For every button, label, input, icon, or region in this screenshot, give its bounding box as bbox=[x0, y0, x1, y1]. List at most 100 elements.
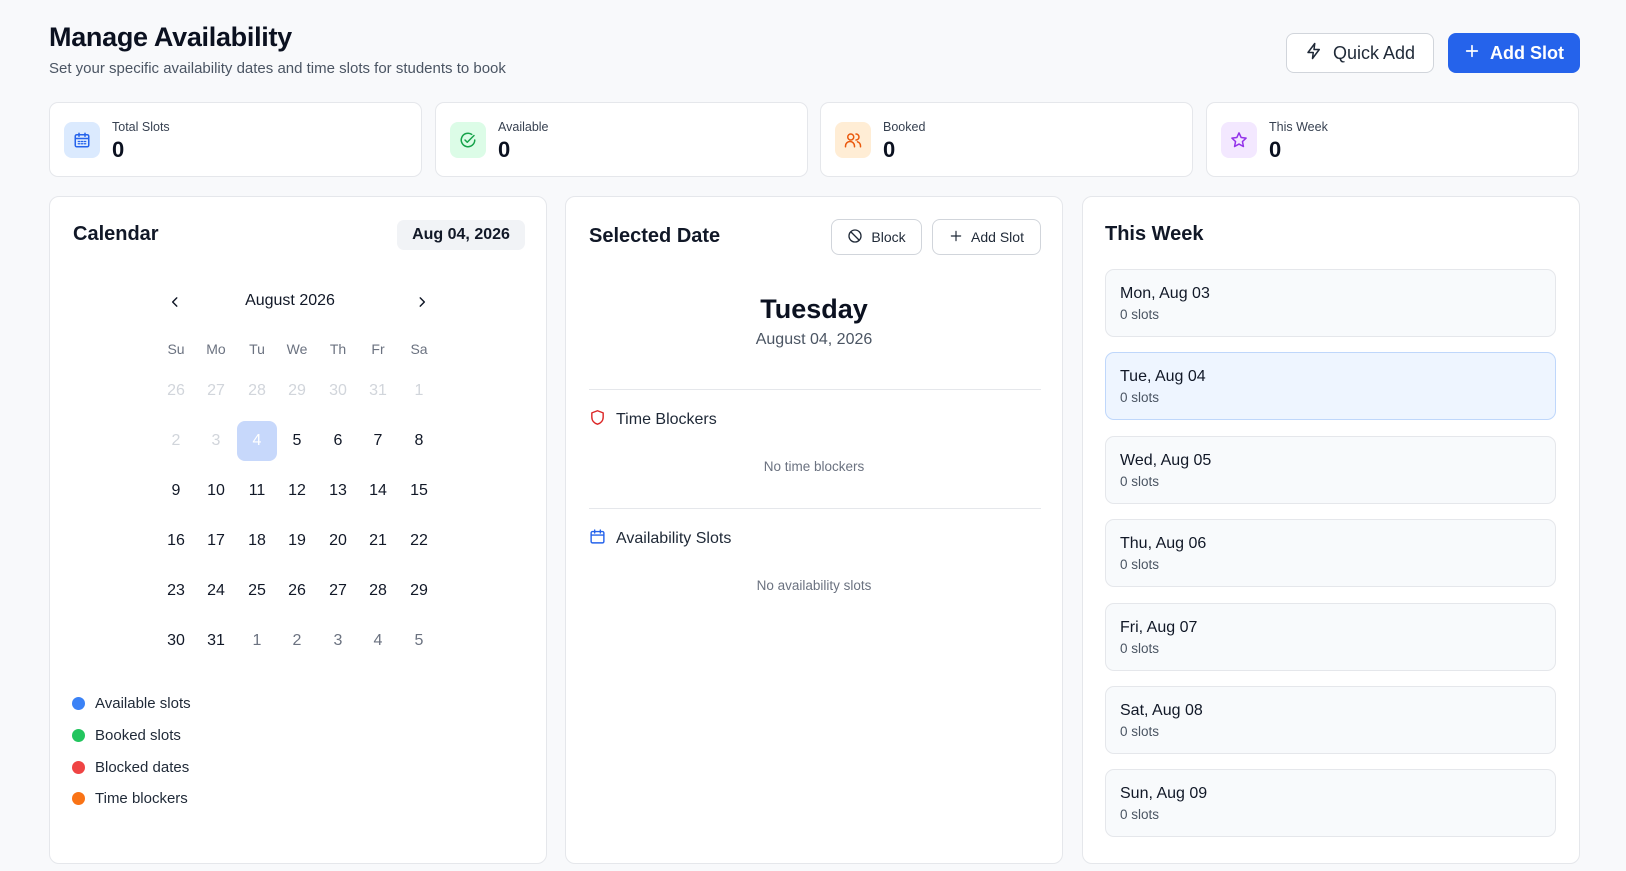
legend-item-time-blockers: Time blockers bbox=[72, 790, 188, 807]
week-day-card[interactable]: Wed, Aug 05 0 slots bbox=[1105, 436, 1556, 504]
calendar-day[interactable]: 1 bbox=[399, 371, 439, 411]
selected-full-date: August 04, 2026 bbox=[755, 331, 873, 348]
weekday-header: Mo bbox=[206, 341, 226, 357]
stat-card-available: Available 0 bbox=[435, 102, 808, 177]
page-title: Manage Availability bbox=[49, 22, 292, 52]
week-day-label: Fri, Aug 07 bbox=[1120, 619, 1198, 636]
add-slot-small-label: Add Slot bbox=[971, 229, 1024, 245]
availability-slots-label: Availability Slots bbox=[616, 530, 732, 547]
stat-value: 0 bbox=[1269, 137, 1282, 162]
calendar-day[interactable]: 31 bbox=[358, 371, 398, 411]
calendar-day[interactable]: 19 bbox=[277, 521, 317, 561]
time-blockers-header: Time Blockers bbox=[589, 409, 717, 431]
week-day-card[interactable]: Fri, Aug 07 0 slots bbox=[1105, 603, 1556, 671]
calendar-day[interactable]: 1 bbox=[237, 621, 277, 661]
calendar-day[interactable]: 10 bbox=[196, 471, 236, 511]
calendar-day[interactable]: 27 bbox=[318, 571, 358, 611]
legend-dot bbox=[72, 792, 85, 805]
page-subtitle: Set your specific availability dates and… bbox=[49, 60, 506, 77]
week-day-label: Sun, Aug 09 bbox=[1120, 785, 1208, 802]
plus-icon bbox=[949, 229, 963, 246]
calendar-day[interactable]: 3 bbox=[318, 621, 358, 661]
calendar-day[interactable]: 23 bbox=[156, 571, 196, 611]
calendar-day[interactable]: 22 bbox=[399, 521, 439, 561]
calendar-day[interactable]: 29 bbox=[277, 371, 317, 411]
calendar-day[interactable]: 15 bbox=[399, 471, 439, 511]
ban-icon bbox=[847, 228, 863, 247]
calendar-day[interactable]: 11 bbox=[237, 471, 277, 511]
calendar-day[interactable]: 2 bbox=[156, 421, 196, 461]
availability-slots-header: Availability Slots bbox=[589, 528, 731, 550]
calendar-day[interactable]: 26 bbox=[156, 371, 196, 411]
calendar-day[interactable]: 6 bbox=[318, 421, 358, 461]
stat-value: 0 bbox=[498, 137, 511, 162]
calendar-day[interactable]: 28 bbox=[358, 571, 398, 611]
week-day-label: Wed, Aug 05 bbox=[1120, 452, 1212, 469]
calendar-day[interactable]: 5 bbox=[399, 621, 439, 661]
calendar-icon bbox=[64, 122, 100, 158]
week-day-card[interactable]: Thu, Aug 06 0 slots bbox=[1105, 519, 1556, 587]
time-blockers-label: Time Blockers bbox=[616, 411, 717, 428]
week-day-card[interactable]: Sat, Aug 08 0 slots bbox=[1105, 686, 1556, 754]
calendar-day[interactable]: 5 bbox=[277, 421, 317, 461]
calendar-day[interactable]: 17 bbox=[196, 521, 236, 561]
quick-add-button[interactable]: Quick Add bbox=[1286, 33, 1434, 73]
calendar-day[interactable]: 20 bbox=[318, 521, 358, 561]
calendar-day[interactable]: 12 bbox=[277, 471, 317, 511]
calendar-day[interactable]: 8 bbox=[399, 421, 439, 461]
stat-label: Available bbox=[498, 120, 549, 134]
star-icon bbox=[1221, 122, 1257, 158]
calendar-day[interactable]: 29 bbox=[399, 571, 439, 611]
week-day-label: Tue, Aug 04 bbox=[1120, 368, 1206, 385]
calendar-day[interactable]: 28 bbox=[237, 371, 277, 411]
prev-month-button[interactable] bbox=[163, 292, 187, 316]
calendar-day[interactable]: 18 bbox=[237, 521, 277, 561]
calendar-day[interactable]: 21 bbox=[358, 521, 398, 561]
calendar-day[interactable]: 14 bbox=[358, 471, 398, 511]
legend-item-booked: Booked slots bbox=[72, 727, 181, 744]
calendar-day[interactable]: 26 bbox=[277, 571, 317, 611]
calendar-day[interactable]: 24 bbox=[196, 571, 236, 611]
divider bbox=[589, 389, 1041, 390]
calendar-day[interactable]: 4 bbox=[358, 621, 398, 661]
calendar-day[interactable]: 30 bbox=[156, 621, 196, 661]
add-slot-small-button[interactable]: Add Slot bbox=[932, 219, 1041, 255]
plus-icon bbox=[1464, 43, 1480, 64]
calendar-day[interactable]: 16 bbox=[156, 521, 196, 561]
lightning-icon bbox=[1305, 42, 1323, 65]
calendar-day[interactable]: 25 bbox=[237, 571, 277, 611]
legend-label: Booked slots bbox=[95, 727, 181, 744]
week-day-label: Mon, Aug 03 bbox=[1120, 285, 1210, 302]
weekday-header: Tu bbox=[249, 341, 265, 357]
week-day-card[interactable]: Mon, Aug 03 0 slots bbox=[1105, 269, 1556, 337]
page-header: Manage Availability Set your specific av… bbox=[49, 22, 506, 77]
calendar-day[interactable]: 27 bbox=[196, 371, 236, 411]
this-week-title: This Week bbox=[1105, 223, 1204, 245]
calendar-day-selected[interactable]: 4 bbox=[237, 421, 277, 461]
calendar-day[interactable]: 13 bbox=[318, 471, 358, 511]
selected-date-panel: Selected Date Block Add Slot Tuesday Aug… bbox=[565, 196, 1063, 864]
add-slot-button[interactable]: Add Slot bbox=[1448, 33, 1580, 73]
shield-icon bbox=[589, 409, 606, 431]
add-slot-label: Add Slot bbox=[1490, 42, 1564, 63]
next-month-button[interactable] bbox=[410, 292, 434, 316]
calendar-day[interactable]: 31 bbox=[196, 621, 236, 661]
block-button[interactable]: Block bbox=[831, 219, 922, 255]
week-day-card[interactable]: Sun, Aug 09 0 slots bbox=[1105, 769, 1556, 837]
weekday-header: Sa bbox=[410, 341, 428, 357]
divider bbox=[589, 508, 1041, 509]
no-availability-slots-message: No availability slots bbox=[756, 578, 872, 593]
weekday-header: Fr bbox=[371, 341, 385, 357]
chevron-right-icon bbox=[415, 295, 429, 314]
calendar-day[interactable]: 3 bbox=[196, 421, 236, 461]
calendar-icon bbox=[589, 528, 606, 550]
week-day-card-selected[interactable]: Tue, Aug 04 0 slots bbox=[1105, 352, 1556, 420]
legend-label: Available slots bbox=[95, 695, 191, 712]
calendar-day[interactable]: 2 bbox=[277, 621, 317, 661]
weekday-header: We bbox=[286, 341, 308, 357]
selected-date-pill: Aug 04, 2026 bbox=[397, 220, 525, 250]
stat-card-booked: Booked 0 bbox=[820, 102, 1193, 177]
calendar-day[interactable]: 30 bbox=[318, 371, 358, 411]
calendar-day[interactable]: 7 bbox=[358, 421, 398, 461]
calendar-day[interactable]: 9 bbox=[156, 471, 196, 511]
